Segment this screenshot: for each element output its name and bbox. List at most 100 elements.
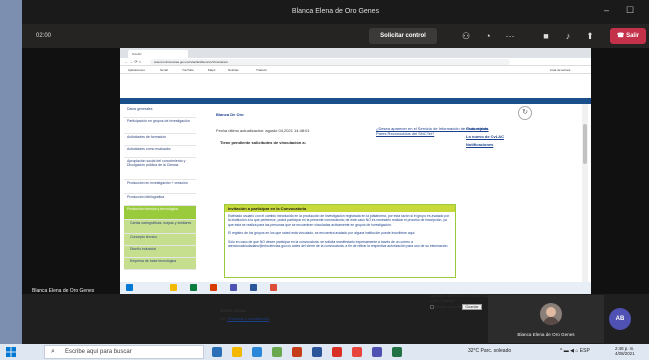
file-explorer-icon[interactable] (232, 347, 242, 357)
invitation-text: Estimado usuario con el cambio introduci… (228, 214, 450, 227)
hide-cv-checkbox[interactable] (430, 305, 434, 310)
weather-widget[interactable]: 32°C Parc. soleado (468, 348, 511, 354)
user-avatar[interactable]: AB (609, 308, 631, 330)
bookmark-item[interactable]: Noticias (228, 68, 239, 72)
teams-icon (230, 284, 237, 291)
leave-label: Salir (626, 33, 640, 39)
word-icon[interactable] (312, 347, 322, 357)
sidebar-subitem[interactable]: Concepto técnico (124, 234, 196, 246)
sidebar-item[interactable]: Apropiación social del conocimiento y Di… (124, 158, 196, 180)
scroll-thumb[interactable] (583, 124, 587, 164)
camera-icon[interactable]: ■ (540, 30, 552, 42)
whats-new-link[interactable]: Lo nuevo de CvLAC (466, 134, 526, 139)
sidebar-item[interactable]: Producción bibliográfica (124, 194, 196, 206)
refresh-icon[interactable]: ↻ (518, 106, 532, 120)
powerpoint-icon[interactable] (292, 347, 302, 357)
window-title: Blanca Elena de Oro Genes (291, 8, 380, 15)
sidebar-subitem[interactable]: Empresa de base tecnológica (124, 258, 196, 270)
office-icon (210, 284, 217, 291)
cvlac-content: Blanca De Oro ↻ Fecha último actualizaci… (206, 106, 566, 321)
microphone-icon[interactable]: ♪ (562, 30, 574, 42)
reading-list[interactable]: Lista de lectura (550, 68, 570, 72)
sidebar-item[interactable]: Actividades de formación (124, 134, 196, 146)
bookmark-item[interactable]: Aplicaciones (128, 68, 145, 72)
invitation-box: Invitación a participar en la Convocator… (224, 204, 456, 278)
shared-screen: CvLAC ← → ⟳ ⌂ scienti.minciencias.gov.co… (22, 48, 649, 321)
chat-icon[interactable]: ◔ (482, 30, 494, 42)
video-tile[interactable]: Blanca Elena de Oro Genes (488, 295, 604, 343)
url-field[interactable]: scienti.minciencias.gov.co/cvlac/EnRecur… (150, 59, 510, 65)
site-banner (120, 74, 591, 98)
chrome-icon (270, 284, 277, 291)
address-bar: ← → ⟳ ⌂ scienti.minciencias.gov.co/cvlac… (120, 58, 591, 66)
save-button[interactable]: Guardar (462, 304, 482, 311)
presenter-label: Blanca Elena de Oro Genes (32, 288, 95, 294)
share-screen-icon[interactable]: ⬆ (584, 30, 596, 42)
pdf-icon[interactable] (332, 347, 342, 357)
tile-name: Blanca Elena de Oro Genes (517, 332, 575, 337)
notifications-link[interactable]: Notificaciones (466, 142, 526, 147)
search-icon: ⌕ (51, 348, 55, 355)
desktop-frame: Blanca Elena de Oro Genes – ☐ 02:00 Soli… (0, 0, 649, 360)
shared-taskbar (120, 282, 591, 294)
more-options-icon[interactable]: ··· (504, 30, 516, 42)
pending-requests: Tiene pendiente solicitudes de vinculaci… (220, 140, 306, 145)
request-control-button[interactable]: Solicitar control (369, 28, 437, 44)
system-clock[interactable]: 2:48 p. m. 4/08/2021 (615, 346, 635, 357)
chrome-icon[interactable] (352, 347, 362, 357)
maximize-icon[interactable]: ☐ (626, 5, 634, 16)
edge-icon (190, 284, 197, 291)
sidebar-subitem[interactable]: Cartas cartográficas, mapas y similares (124, 220, 196, 234)
browser-tab[interactable]: CvLAC (128, 50, 188, 58)
researcher-name: Blanca De Oro (216, 112, 244, 117)
hide-cv-label: Ocultar currículo (435, 305, 462, 310)
phone-icon: ☎ (616, 33, 627, 39)
system-tray[interactable]: ^ ▬ ◀ ⌂ ESP (560, 348, 590, 354)
maps-icon[interactable] (272, 347, 282, 357)
bookmarks-bar: Aplicaciones Gmail YouTube Maps Noticias… (120, 66, 591, 74)
sidebar-item[interactable]: Datos generales (124, 106, 196, 118)
invitation-title: Invitación a participar en la Convocator… (225, 205, 455, 212)
tray-icons: ^ ▬ ◀ ⌂ (560, 348, 580, 354)
cvlac-sidebar: Datos generales Participación en grupos … (124, 106, 196, 284)
participants-icon[interactable]: ⚇ (460, 30, 472, 42)
search-placeholder: Escribe aquí para buscar (65, 349, 132, 355)
page-scrollbar[interactable] (582, 104, 588, 284)
windows-start-icon[interactable] (6, 347, 16, 357)
quick-guide-link[interactable]: Guía rápida (466, 126, 526, 131)
mail-icon[interactable] (252, 347, 262, 357)
legal-notice: AVISO LEGAL (220, 308, 247, 313)
participant-photo (540, 303, 562, 325)
invitation-text: Sólo en caso de que NO desee participar … (228, 239, 449, 249)
last-update: Fecha último actualización: agosto 04,20… (216, 128, 310, 133)
shared-browser: CvLAC ← → ⟳ ⌂ scienti.minciencias.gov.co… (120, 48, 591, 321)
bookmark-item[interactable]: Traducir (256, 68, 267, 72)
bookmark-item[interactable]: Maps (208, 68, 215, 72)
excel-icon[interactable] (392, 347, 402, 357)
quick-links: Guía rápida Lo nuevo de CvLAC Notificaci… (466, 126, 526, 150)
leave-button[interactable]: ☎ Salir (610, 28, 646, 44)
sidebar-item-active[interactable]: Producción técnica y tecnológica (124, 206, 196, 220)
terms-link[interactable]: Términos y condiciones (227, 316, 269, 321)
title-bar: Blanca Elena de Oro Genes – ☐ (22, 0, 649, 24)
sidebar-item[interactable]: Producción en investigación + creación (124, 180, 196, 194)
tab-strip: CvLAC (120, 48, 591, 58)
sidebar-subitem[interactable]: Diseño industrial (124, 246, 196, 258)
minimize-icon[interactable]: – (604, 5, 609, 15)
teams-icon[interactable] (372, 347, 382, 357)
terms-line: Ver Términos y condiciones (220, 316, 269, 321)
nav-arrows-icon[interactable]: ← → ⟳ ⌂ (124, 59, 141, 64)
bookmark-item[interactable]: YouTube (182, 68, 194, 72)
bookmark-item[interactable]: Gmail (160, 68, 168, 72)
start-icon (126, 284, 133, 291)
sidebar-item[interactable]: Actividades como evaluador (124, 146, 196, 158)
meeting-toolbar: 02:00 Solicitar control ⚇ ◔ ··· ■ ♪ ⬆ ☎ … (22, 24, 649, 48)
word-icon (250, 284, 257, 291)
teams-window: Blanca Elena de Oro Genes – ☐ 02:00 Soli… (22, 0, 649, 344)
clock-date: 4/08/2021 (615, 351, 635, 357)
sidebar-item[interactable]: Participación en grupos de investigación (124, 118, 196, 134)
taskbar-search[interactable]: ⌕ Escribe aquí para buscar (44, 345, 204, 359)
terms-prefix: Ver (220, 316, 227, 321)
task-view-icon[interactable] (212, 347, 222, 357)
folder-icon (170, 284, 177, 291)
